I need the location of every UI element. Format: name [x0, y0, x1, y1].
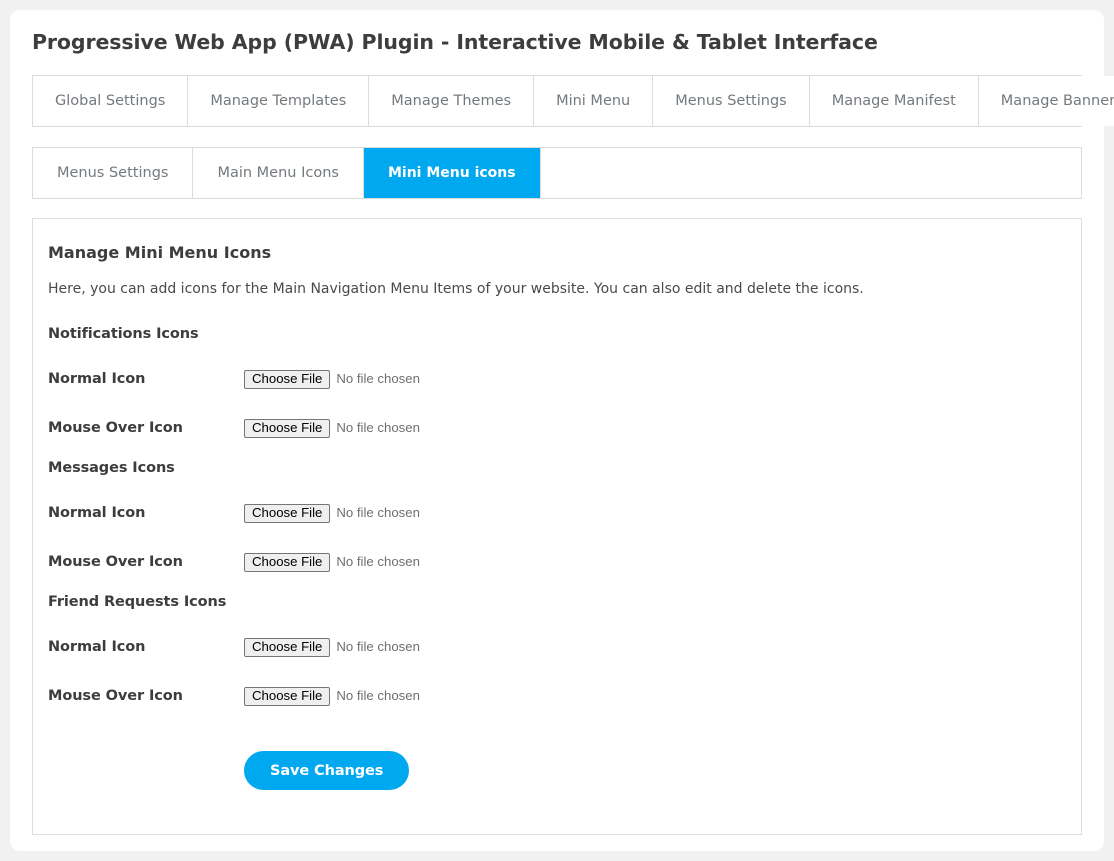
field-label: Mouse Over Icon — [48, 554, 183, 570]
messages-normal-icon-file-input[interactable]: Choose File No file chosen — [244, 503, 420, 523]
subtab-main-menu-icons[interactable]: Main Menu Icons — [193, 148, 364, 198]
choose-file-button[interactable]: Choose File — [244, 686, 331, 706]
field-row: Normal Icon Choose File No file chosen — [48, 364, 1066, 394]
subtab-mini-menu-icons[interactable]: Mini Menu icons — [363, 148, 540, 198]
save-changes-button[interactable]: Save Changes — [244, 751, 410, 790]
friend-requests-normal-icon-file-input[interactable]: Choose File No file chosen — [244, 637, 420, 657]
notifications-mouseover-icon-file-input[interactable]: Choose File No file chosen — [244, 418, 420, 438]
field-label: Normal Icon — [48, 505, 146, 521]
subtab-label: Menus Settings — [57, 165, 169, 181]
friend-requests-mouseover-icon-file-input[interactable]: Choose File No file chosen — [244, 686, 420, 706]
tab-manage-templates[interactable]: Manage Templates — [188, 76, 370, 126]
tab-label: Mini Menu — [556, 93, 631, 109]
tab-manage-banners[interactable]: Manage Banners — [978, 76, 1114, 126]
choose-file-button[interactable]: Choose File — [244, 552, 331, 572]
field-row: Mouse Over Icon Choose File No file chos… — [48, 547, 1066, 577]
field-row: Mouse Over Icon Choose File No file chos… — [48, 681, 1066, 711]
save-button-row: Save Changes — [48, 751, 1066, 790]
subtab-menus-settings[interactable]: Menus Settings — [33, 148, 194, 198]
tab-menus-settings[interactable]: Menus Settings — [653, 76, 810, 126]
group-notifications-icons: Notifications Icons Normal Icon Choose F… — [48, 326, 1066, 443]
group-messages-icons: Messages Icons Normal Icon Choose File N… — [48, 460, 1066, 577]
tab-mini-menu[interactable]: Mini Menu — [534, 76, 654, 126]
tab-label: Manage Manifest — [831, 93, 956, 109]
tab-label: Manage Banners — [1000, 93, 1114, 109]
tab-manage-themes[interactable]: Manage Themes — [369, 76, 535, 126]
tab-label: Manage Themes — [391, 93, 512, 109]
secondary-tab-bar: Menus Settings Main Menu Icons Mini Menu… — [32, 147, 1082, 199]
notifications-normal-icon-file-input[interactable]: Choose File No file chosen — [244, 369, 420, 389]
secondary-tab-filler — [539, 148, 1081, 198]
panel-description: Here, you can add icons for the Main Nav… — [48, 281, 864, 297]
file-status-text: No file chosen — [336, 688, 420, 704]
field-row: Normal Icon Choose File No file chosen — [48, 498, 1066, 528]
file-status-text: No file chosen — [336, 639, 420, 655]
file-status-text: No file chosen — [336, 371, 420, 387]
group-title: Friend Requests Icons — [48, 594, 227, 610]
choose-file-button[interactable]: Choose File — [244, 503, 331, 523]
subtab-label: Mini Menu icons — [387, 165, 516, 181]
primary-tab-bar: Global Settings Manage Templates Manage … — [32, 75, 1114, 127]
tab-global-settings[interactable]: Global Settings — [33, 76, 189, 126]
field-label: Mouse Over Icon — [48, 420, 183, 436]
tab-label: Menus Settings — [675, 93, 787, 109]
choose-file-button[interactable]: Choose File — [244, 369, 331, 389]
group-title: Messages Icons — [48, 460, 175, 476]
messages-mouseover-icon-file-input[interactable]: Choose File No file chosen — [244, 552, 420, 572]
file-status-text: No file chosen — [336, 505, 420, 521]
tab-manage-manifest[interactable]: Manage Manifest — [809, 76, 979, 126]
tab-label: Manage Templates — [210, 93, 347, 109]
subtab-label: Main Menu Icons — [217, 165, 339, 181]
file-status-text: No file chosen — [336, 554, 420, 570]
field-label: Normal Icon — [48, 639, 146, 655]
file-status-text: No file chosen — [336, 420, 420, 436]
field-label: Normal Icon — [48, 371, 146, 387]
group-friend-requests-icons: Friend Requests Icons Normal Icon Choose… — [48, 594, 1066, 711]
field-row: Normal Icon Choose File No file chosen — [48, 632, 1066, 662]
tab-label: Global Settings — [55, 93, 166, 109]
choose-file-button[interactable]: Choose File — [244, 637, 331, 657]
page-title: Progressive Web App (PWA) Plugin - Inter… — [32, 30, 878, 54]
field-row: Mouse Over Icon Choose File No file chos… — [48, 413, 1066, 443]
field-label: Mouse Over Icon — [48, 688, 183, 704]
page-card: Progressive Web App (PWA) Plugin - Inter… — [10, 10, 1114, 851]
mini-menu-icons-panel: Manage Mini Menu Icons Here, you can add… — [32, 218, 1082, 835]
choose-file-button[interactable]: Choose File — [244, 418, 331, 438]
group-title: Notifications Icons — [48, 326, 199, 342]
panel-heading: Manage Mini Menu Icons — [48, 243, 272, 262]
icon-groups: Notifications Icons Normal Icon Choose F… — [48, 326, 1066, 790]
